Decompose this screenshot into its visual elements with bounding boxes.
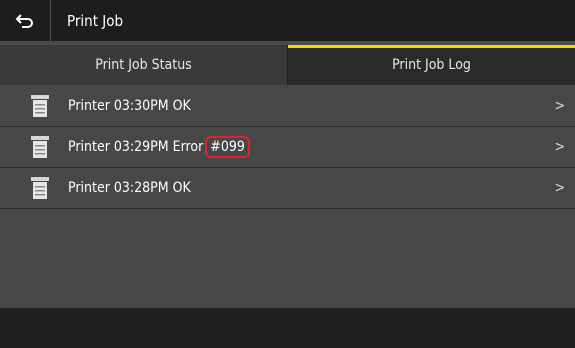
back-button[interactable] bbox=[0, 0, 51, 41]
log-entry-text: Printer 03:29PM Error bbox=[68, 139, 204, 155]
list-item[interactable]: Printer 03:29PM Error #099 > bbox=[0, 127, 575, 168]
bottom-bar bbox=[0, 308, 575, 348]
log-entry-label: Printer 03:29PM Error #099 bbox=[68, 136, 250, 158]
chevron-right-icon: > bbox=[554, 139, 565, 155]
printer-icon bbox=[31, 177, 49, 199]
printer-icon bbox=[31, 136, 49, 158]
tab-label: Print Job Log bbox=[392, 57, 471, 73]
printer-icon bbox=[31, 95, 49, 117]
print-job-screen: Print Job Print Job Status Print Job Log… bbox=[0, 0, 575, 348]
chevron-right-icon: > bbox=[554, 98, 565, 114]
chevron-right-icon: > bbox=[554, 180, 565, 196]
tab-print-job-status[interactable]: Print Job Status bbox=[0, 45, 287, 85]
print-job-log-list: Printer 03:30PM OK > Printer 03:29PM Err… bbox=[0, 86, 575, 209]
log-entry-label: Printer 03:28PM OK bbox=[68, 180, 191, 196]
log-entry-label: Printer 03:30PM OK bbox=[68, 98, 191, 114]
list-item[interactable]: Printer 03:28PM OK > bbox=[0, 168, 575, 209]
error-code-highlight: #099 bbox=[205, 136, 250, 158]
tab-label: Print Job Status bbox=[95, 57, 192, 73]
page-title: Print Job bbox=[67, 11, 124, 30]
tab-print-job-log[interactable]: Print Job Log bbox=[287, 45, 575, 85]
back-arrow-icon bbox=[15, 13, 33, 28]
title-bar: Print Job bbox=[0, 0, 575, 41]
tab-bar: Print Job Status Print Job Log bbox=[0, 45, 575, 85]
empty-list-area bbox=[0, 209, 575, 308]
list-item[interactable]: Printer 03:30PM OK > bbox=[0, 86, 575, 127]
